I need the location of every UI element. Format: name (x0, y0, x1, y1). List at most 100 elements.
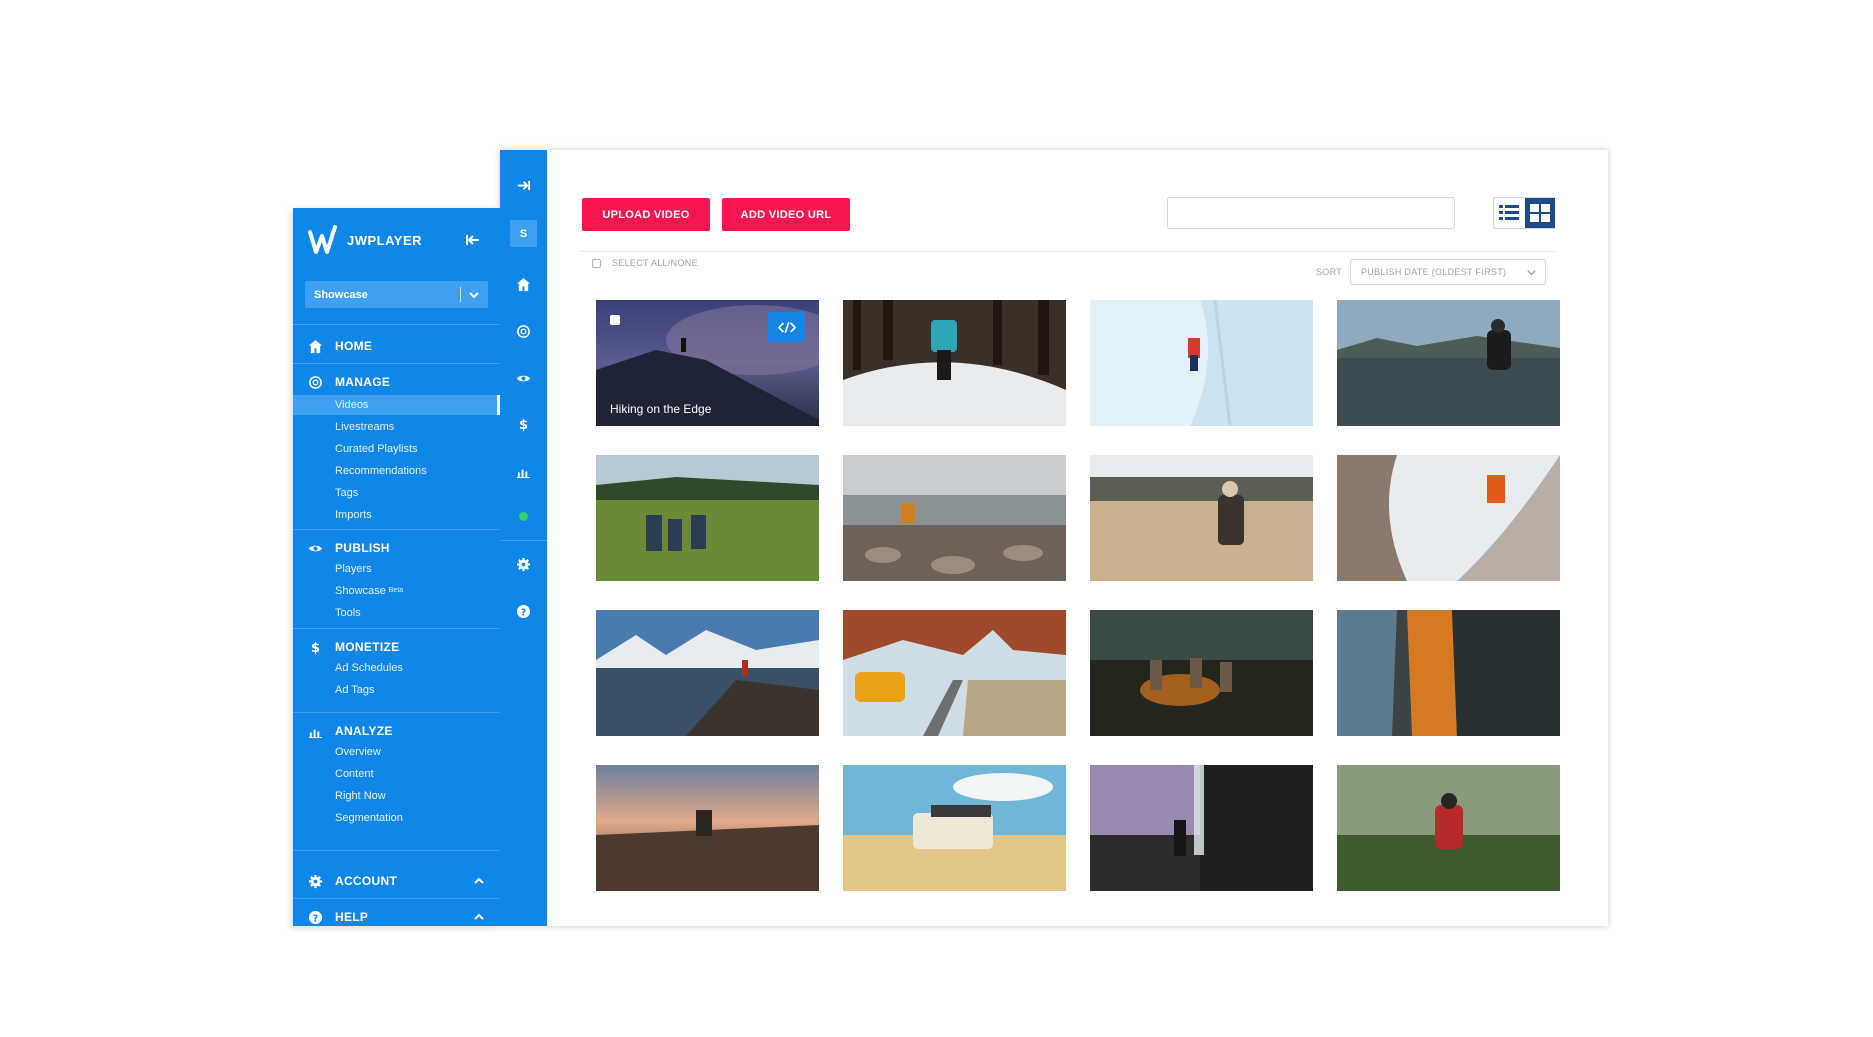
video-thumbnail[interactable] (1090, 455, 1313, 581)
section-divider (293, 529, 500, 530)
gear-icon[interactable] (500, 549, 547, 579)
nav-home-label: HOME (335, 339, 373, 353)
video-thumbnail[interactable] (596, 455, 819, 581)
select-all-checkbox[interactable] (592, 258, 601, 268)
showcase-label: Showcase (335, 585, 386, 597)
video-thumbnail[interactable] (1337, 765, 1560, 891)
video-thumbnail[interactable] (596, 610, 819, 736)
video-thumbnail[interactable] (843, 610, 1066, 736)
sidebar-item-segmentation[interactable]: Segmentation (335, 809, 403, 827)
embed-code-button[interactable] (768, 312, 805, 342)
grid-view-icon (1530, 204, 1550, 222)
help-icon[interactable]: ? (500, 596, 547, 626)
section-divider (293, 628, 500, 629)
video-thumbnail[interactable] (843, 300, 1066, 426)
video-thumbnail[interactable] (1090, 610, 1313, 736)
status-dot-icon (519, 512, 528, 521)
sidebar-item-ad-tags[interactable]: Ad Tags (335, 681, 375, 699)
sidebar-item-livestreams[interactable]: Livestreams (335, 418, 394, 436)
sidebar-item-showcase[interactable]: Showcase Beta (335, 582, 403, 600)
nav-monetize[interactable]: $ MONETIZE (293, 635, 500, 659)
sidebar-item-players[interactable]: Players (335, 560, 372, 578)
property-badge[interactable]: S (510, 220, 537, 247)
video-thumbnail[interactable] (1090, 300, 1313, 426)
chevron-down-icon (469, 292, 479, 299)
section-divider (293, 712, 500, 713)
beta-badge: Beta (388, 587, 404, 594)
manage-icon[interactable] (500, 316, 547, 346)
select-all-control[interactable]: SELECT ALL/NONE (592, 258, 698, 268)
sort-select[interactable]: PUBLISH DATE (OLDEST FIRST) (1350, 259, 1546, 285)
chevron-up-icon (474, 877, 484, 884)
help-icon: ? (307, 909, 323, 925)
monetize-dollar-icon[interactable]: $ (500, 409, 547, 439)
nav-manage-label: MANAGE (335, 375, 391, 389)
code-icon (777, 321, 796, 333)
search-input[interactable] (1167, 197, 1455, 229)
section-divider (293, 363, 500, 364)
sidebar-item-right-now[interactable]: Right Now (335, 787, 386, 805)
video-thumbnail[interactable] (596, 765, 819, 891)
nav-account[interactable]: ACCOUNT (293, 869, 500, 893)
section-divider (293, 324, 500, 325)
view-toggle (1493, 197, 1555, 229)
sidebar-item-imports[interactable]: Imports (335, 506, 372, 524)
nav-analyze[interactable]: ANALYZE (293, 719, 500, 743)
manage-icon (307, 374, 323, 390)
nav-monetize-label: MONETIZE (335, 640, 400, 654)
active-item-highlight (293, 395, 500, 415)
video-thumbnail[interactable] (843, 765, 1066, 891)
nav-home[interactable]: HOME (293, 334, 500, 358)
upload-video-button[interactable]: UPLOAD VIDEO (582, 198, 710, 231)
dollar-icon: $ (307, 639, 323, 655)
grid-view-button[interactable] (1525, 198, 1555, 228)
logo[interactable]: JWPLAYER (307, 222, 422, 258)
analyze-chart-icon[interactable] (500, 456, 547, 486)
nav-help[interactable]: ? HELP (293, 905, 500, 929)
nav-publish[interactable]: PUBLISH (293, 536, 500, 560)
video-thumbnail[interactable]: Hiking on the Edge (596, 300, 819, 426)
sidebar-item-recommendations[interactable]: Recommendations (335, 462, 427, 480)
sort-value: PUBLISH DATE (OLDEST FIRST) (1361, 267, 1507, 277)
select-all-label: SELECT ALL/NONE (612, 258, 698, 268)
video-thumbnail[interactable] (843, 455, 1066, 581)
jw-logo-icon (308, 225, 337, 254)
gear-icon (307, 873, 323, 889)
brand-name: JWPLAYER (347, 232, 423, 248)
collapse-sidebar-icon[interactable] (465, 232, 481, 248)
svg-text:?: ? (312, 913, 317, 924)
video-thumbnail[interactable] (1337, 300, 1560, 426)
svg-text:$: $ (310, 641, 319, 655)
sidebar: JWPLAYER Showcase HOME MANAGE Videos Liv… (293, 208, 500, 926)
sidebar-item-curated-playlists[interactable]: Curated Playlists (335, 440, 418, 458)
video-thumbnail[interactable] (1337, 610, 1560, 736)
list-view-icon[interactable] (1497, 201, 1521, 225)
sort-label: SORT (1316, 267, 1343, 277)
expand-icon[interactable] (500, 170, 547, 200)
nav-help-label: HELP (335, 910, 369, 924)
section-divider (293, 850, 500, 851)
nav-analyze-label: ANALYZE (335, 724, 393, 738)
add-video-url-button[interactable]: ADD VIDEO URL (722, 198, 850, 231)
eye-icon (307, 540, 323, 556)
property-select[interactable]: Showcase (305, 281, 488, 308)
svg-text:$: $ (519, 418, 528, 432)
sidebar-item-content[interactable]: Content (335, 765, 374, 783)
chart-icon (307, 723, 323, 739)
icon-rail: S $ ? (500, 150, 547, 926)
sidebar-item-videos[interactable]: Videos (335, 396, 368, 414)
sidebar-item-tools[interactable]: Tools (335, 604, 361, 622)
video-thumbnail[interactable] (1090, 765, 1313, 891)
select-divider (460, 287, 461, 302)
nav-manage[interactable]: MANAGE (293, 370, 500, 394)
home-icon[interactable] (500, 269, 547, 299)
sidebar-item-ad-schedules[interactable]: Ad Schedules (335, 659, 403, 677)
toolbar-divider (580, 251, 1555, 252)
video-select-checkbox[interactable] (610, 315, 620, 325)
chevron-down-icon (1527, 270, 1536, 276)
property-select-value: Showcase (314, 288, 368, 301)
video-thumbnail[interactable] (1337, 455, 1560, 581)
sidebar-item-tags[interactable]: Tags (335, 484, 358, 502)
sidebar-item-overview[interactable]: Overview (335, 743, 381, 761)
publish-eye-icon[interactable] (500, 363, 547, 393)
